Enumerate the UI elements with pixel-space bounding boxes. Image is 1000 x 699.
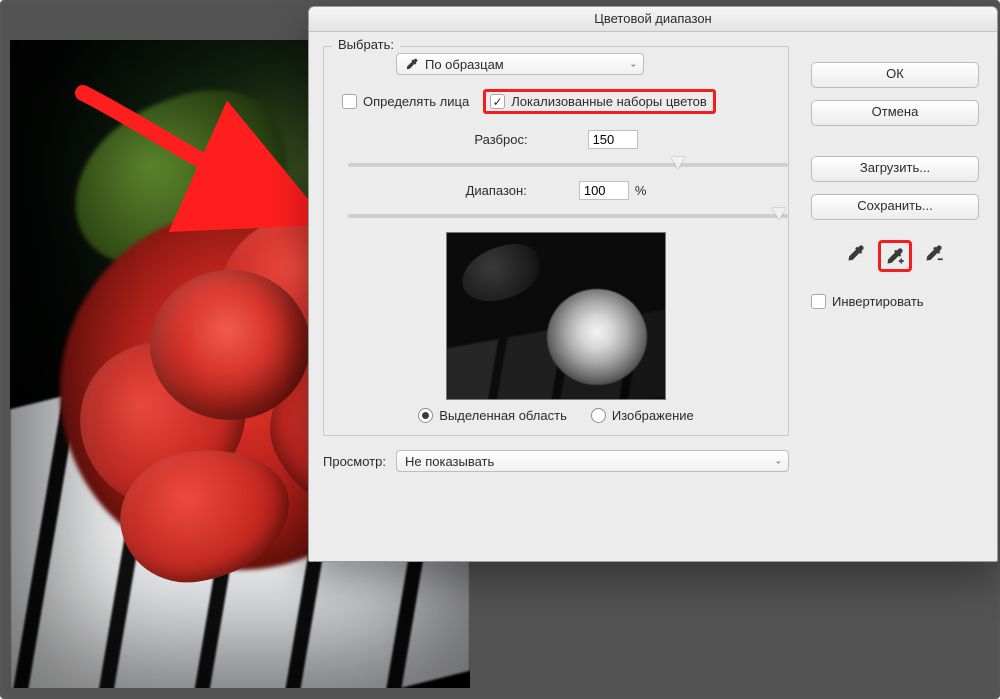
dialog-right-column: ОК Отмена Загрузить... Сохранить... (811, 62, 979, 309)
screenshot-frame: Цветовой диапазон Выбрать: По образцам ⌄ (0, 0, 1000, 699)
color-range-dialog: Цветовой диапазон Выбрать: По образцам ⌄ (308, 6, 998, 562)
range-slider[interactable] (348, 214, 788, 218)
invert-label: Инвертировать (832, 294, 924, 309)
detect-faces-checkbox[interactable] (342, 94, 357, 109)
eyedropper-tools (811, 240, 979, 272)
localized-colors-checkbox[interactable] (490, 94, 505, 109)
localized-colors-highlight: Локализованные наборы цветов (483, 89, 716, 114)
range-unit: % (635, 183, 647, 198)
spacer (811, 138, 979, 144)
eyedropper-minus-icon (924, 243, 944, 263)
preview-rose (547, 289, 647, 385)
eyedropper-sample-button[interactable] (842, 240, 870, 266)
select-fieldset: Выбрать: По образцам ⌄ Определять лица (323, 46, 789, 436)
range-label: Диапазон: (466, 183, 527, 198)
select-label: Выбрать: (332, 37, 400, 52)
select-dropdown[interactable]: По образцам ⌄ (396, 53, 644, 75)
dialog-title: Цветовой диапазон (309, 7, 997, 32)
slider-thumb[interactable] (671, 157, 685, 169)
radio-selection-label: Выделенная область (439, 408, 567, 423)
fuzziness-input[interactable] (588, 130, 638, 149)
selection-preview (446, 232, 666, 400)
radio-image-label: Изображение (612, 408, 694, 423)
eyedropper-icon (846, 243, 866, 263)
fuzziness-slider[interactable] (348, 163, 788, 167)
range-input[interactable] (579, 181, 629, 200)
dialog-body: Выбрать: По образцам ⌄ Определять лица (309, 32, 997, 56)
radio-image[interactable] (591, 408, 606, 423)
preview-leaf (456, 238, 546, 308)
view-value: Не показывать (405, 454, 494, 469)
slider-thumb[interactable] (772, 208, 786, 220)
localized-colors-label: Локализованные наборы цветов (511, 94, 707, 109)
chevron-down-icon: ⌄ (774, 456, 782, 467)
detect-faces-label: Определять лица (363, 94, 469, 109)
ok-button[interactable]: ОК (811, 62, 979, 88)
eyedropper-add-button[interactable] (878, 240, 912, 272)
invert-checkbox[interactable] (811, 294, 826, 309)
radio-selection[interactable] (418, 408, 433, 423)
eyedropper-icon (405, 57, 419, 71)
chevron-down-icon: ⌄ (629, 59, 637, 70)
view-dropdown[interactable]: Не показывать ⌄ (396, 450, 789, 472)
view-label: Просмотр: (323, 454, 386, 469)
select-value: По образцам (425, 57, 504, 72)
eyedropper-plus-icon (885, 246, 905, 266)
cancel-button[interactable]: Отмена (811, 100, 979, 126)
save-button[interactable]: Сохранить... (811, 194, 979, 220)
load-button[interactable]: Загрузить... (811, 156, 979, 182)
fuzziness-label: Разброс: (474, 132, 527, 147)
dialog-left-panel: Выбрать: По образцам ⌄ Определять лица (323, 46, 789, 472)
eyedropper-subtract-button[interactable] (920, 240, 948, 266)
